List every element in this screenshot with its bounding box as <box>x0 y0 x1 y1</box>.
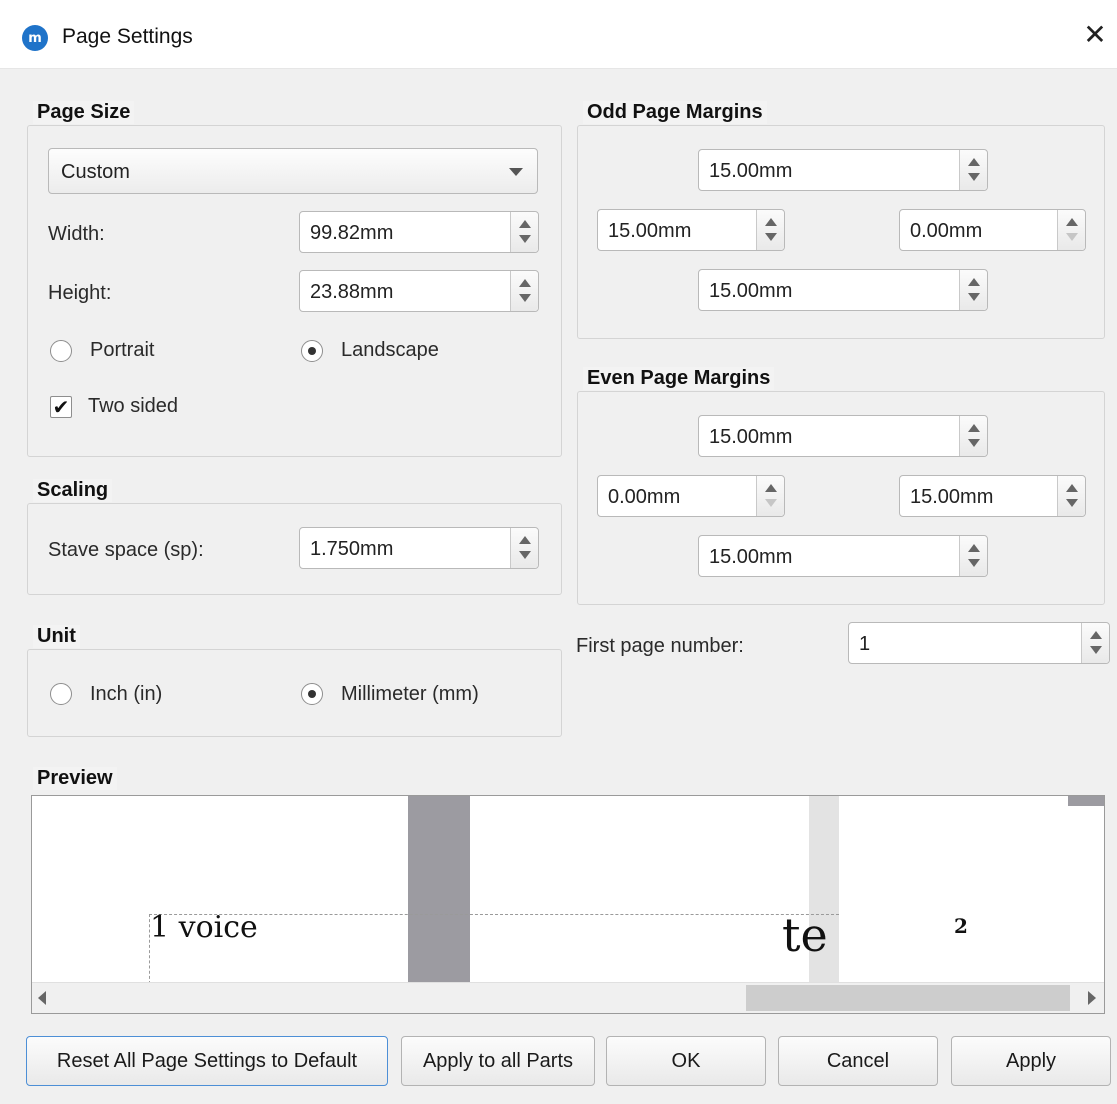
even-left-margin-value: 0.00mm <box>608 486 681 508</box>
width-value: 99.82mm <box>310 222 394 244</box>
stave-space-label: Stave space (sp): <box>48 539 204 561</box>
preview-corner-block <box>1068 796 1104 806</box>
first-page-number-label: First page number: <box>576 635 744 657</box>
spin-up-icon[interactable] <box>765 218 777 226</box>
spin-up-icon[interactable] <box>1066 484 1078 492</box>
window-title: Page Settings <box>62 25 193 48</box>
even-bottom-margin-value: 15.00mm <box>709 546 793 568</box>
preview-title: Preview <box>33 767 117 790</box>
odd-top-margin-value: 15.00mm <box>709 160 793 182</box>
even-top-margin-spinbox[interactable]: 15.00mm <box>698 415 988 457</box>
spin-down-icon[interactable] <box>1066 499 1078 507</box>
preview-margin-bar <box>408 796 470 982</box>
spin-down-icon[interactable] <box>765 233 777 241</box>
preview-canvas[interactable]: 1 voice te 2 <box>31 795 1105 1014</box>
spin-down-icon[interactable] <box>519 235 531 243</box>
preview-score-title: 1 voice <box>150 910 258 945</box>
scroll-right-icon[interactable] <box>1088 991 1096 1005</box>
spin-up-icon[interactable] <box>968 424 980 432</box>
spin-up-icon[interactable] <box>968 544 980 552</box>
spin-up-icon[interactable] <box>519 279 531 287</box>
page-size-preset-value: Custom <box>61 161 130 183</box>
page-size-title: Page Size <box>33 101 135 124</box>
first-page-number-spinbox[interactable]: 1 <box>848 622 1110 664</box>
title-bar: m Page Settings ✕ <box>0 0 1117 68</box>
spin-up-icon[interactable] <box>519 220 531 228</box>
stave-space-spinbox[interactable]: 1.750mm <box>299 527 539 569</box>
odd-top-margin-spinbox[interactable]: 15.00mm <box>698 149 988 191</box>
height-spinbox[interactable]: 23.88mm <box>299 270 539 312</box>
page-size-preset-dropdown[interactable]: Custom <box>48 148 538 194</box>
spin-down-icon[interactable] <box>968 559 980 567</box>
cancel-button[interactable]: Cancel <box>778 1036 938 1086</box>
portrait-radio[interactable] <box>50 340 72 362</box>
scroll-left-icon[interactable] <box>38 991 46 1005</box>
two-sided-label: Two sided <box>88 395 179 417</box>
spin-up-icon[interactable] <box>765 484 777 492</box>
preview-horizontal-scrollbar[interactable] <box>32 982 1104 1013</box>
odd-left-margin-value: 15.00mm <box>608 220 692 242</box>
chevron-down-icon <box>509 168 523 176</box>
landscape-label: Landscape <box>341 339 439 361</box>
odd-bottom-margin-spinbox[interactable]: 15.00mm <box>698 269 988 311</box>
spin-down-icon[interactable] <box>968 293 980 301</box>
preview-page-number: 2 <box>954 914 968 938</box>
odd-margins-title: Odd Page Margins <box>583 101 767 124</box>
spin-down-icon[interactable] <box>519 551 531 559</box>
height-value: 23.88mm <box>310 281 394 303</box>
height-label: Height: <box>48 282 112 304</box>
odd-right-margin-value: 0.00mm <box>910 220 983 242</box>
spin-up-icon[interactable] <box>1090 631 1102 639</box>
spin-down-icon[interactable] <box>968 439 980 447</box>
width-spinbox[interactable]: 99.82mm <box>299 211 539 253</box>
even-left-margin-spinbox[interactable]: 0.00mm <box>597 475 785 517</box>
spin-down-icon[interactable] <box>765 499 777 507</box>
spin-up-icon[interactable] <box>1066 218 1078 226</box>
inch-label: Inch (in) <box>90 683 163 705</box>
unit-title: Unit <box>33 625 80 648</box>
odd-left-margin-spinbox[interactable]: 15.00mm <box>597 209 785 251</box>
portrait-label: Portrait <box>90 339 155 361</box>
scrollbar-thumb[interactable] <box>746 985 1070 1011</box>
two-sided-checkbox[interactable]: ✔ <box>50 396 72 418</box>
spin-down-icon[interactable] <box>1066 233 1078 241</box>
even-bottom-margin-spinbox[interactable]: 15.00mm <box>698 535 988 577</box>
stave-space-value: 1.750mm <box>310 538 394 560</box>
spin-down-icon[interactable] <box>519 294 531 302</box>
spin-up-icon[interactable] <box>968 278 980 286</box>
odd-right-margin-spinbox[interactable]: 0.00mm <box>899 209 1086 251</box>
spin-down-icon[interactable] <box>968 173 980 181</box>
first-page-number-value: 1 <box>859 633 871 655</box>
inch-radio[interactable] <box>50 683 72 705</box>
close-icon[interactable]: ✕ <box>1080 20 1110 50</box>
odd-bottom-margin-value: 15.00mm <box>709 280 793 302</box>
spin-up-icon[interactable] <box>519 536 531 544</box>
apply-to-all-parts-button[interactable]: Apply to all Parts <box>401 1036 595 1086</box>
apply-button[interactable]: Apply <box>951 1036 1111 1086</box>
millimeter-label: Millimeter (mm) <box>341 683 479 705</box>
preview-score-text: te <box>782 908 828 962</box>
spin-up-icon[interactable] <box>968 158 980 166</box>
even-right-margin-spinbox[interactable]: 15.00mm <box>899 475 1086 517</box>
even-right-margin-value: 15.00mm <box>910 486 994 508</box>
landscape-radio[interactable] <box>301 340 323 362</box>
musescore-logo-icon: m <box>22 25 48 51</box>
reset-defaults-button[interactable]: Reset All Page Settings to Default <box>26 1036 388 1086</box>
width-label: Width: <box>48 223 105 245</box>
scaling-title: Scaling <box>33 479 113 502</box>
ok-button[interactable]: OK <box>606 1036 766 1086</box>
millimeter-radio[interactable] <box>301 683 323 705</box>
even-top-margin-value: 15.00mm <box>709 426 793 448</box>
spin-down-icon[interactable] <box>1090 646 1102 654</box>
even-margins-title: Even Page Margins <box>583 367 775 390</box>
